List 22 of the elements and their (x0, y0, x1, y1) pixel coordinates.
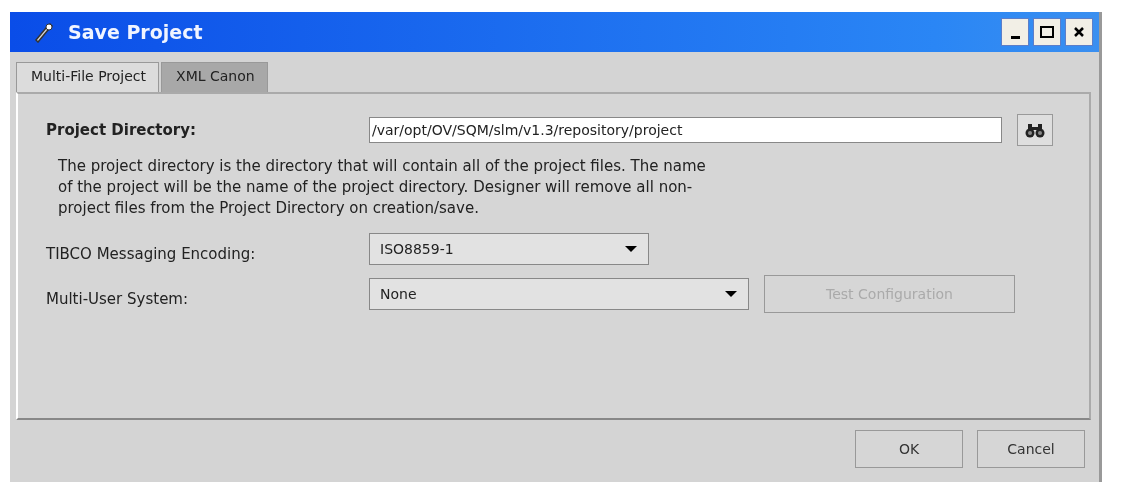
binoculars-icon (1025, 122, 1045, 138)
dropdown[interactable]: ISO8859-1 (369, 233, 649, 265)
field-label: Multi-User System: (46, 290, 190, 308)
minimize-icon (1010, 35, 1020, 39)
caret-icon (724, 290, 738, 298)
dialog-button[interactable]: OK (855, 430, 963, 468)
close-icon (1073, 26, 1085, 38)
tab[interactable]: Multi-File Project (16, 62, 160, 92)
field-label: Project Directory: (46, 121, 197, 139)
description-text: The project directory is the directory that will contain all of the project files. The name of the project will be the name of the project directory. Designer will remove all non-project files from the Project Directory on creation/save. (58, 156, 707, 219)
caret-icon (624, 245, 638, 253)
directory-field[interactable]: /var/opt/OV/SQM/slm/v1.3/repository/project (369, 117, 1002, 143)
maximize-icon (1040, 26, 1054, 38)
close-button[interactable] (1065, 18, 1093, 46)
dialog-button[interactable]: Cancel (977, 430, 1085, 468)
dropdown[interactable]: None (369, 278, 749, 310)
tab[interactable]: XML Canon (161, 62, 268, 92)
window-title: Save Project (68, 21, 204, 43)
browse-button[interactable] (1017, 114, 1053, 146)
minimize-button[interactable] (1001, 18, 1029, 46)
maximize-button[interactable] (1033, 18, 1061, 46)
field-label: TIBCO Messaging Encoding: (46, 245, 257, 263)
